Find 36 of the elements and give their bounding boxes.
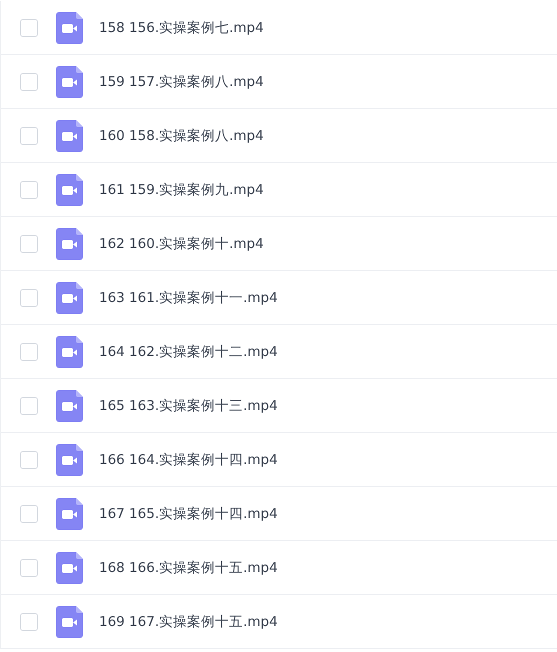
checkbox[interactable] (20, 288, 38, 306)
checkbox[interactable] (20, 396, 38, 414)
checkbox[interactable] (20, 234, 38, 252)
file-name[interactable]: 159 157.实操案例八.mp4 (99, 72, 264, 90)
file-name[interactable]: 162 160.实操案例十.mp4 (99, 234, 264, 252)
video-file-icon (56, 12, 83, 44)
video-file-icon (56, 552, 83, 584)
video-file-icon (56, 498, 83, 530)
video-file-icon (56, 228, 83, 260)
video-file-icon (56, 66, 83, 98)
checkbox[interactable] (20, 504, 38, 522)
checkbox[interactable] (20, 558, 38, 576)
checkbox[interactable] (20, 18, 38, 36)
checkbox[interactable] (20, 342, 38, 360)
checkbox[interactable] (20, 450, 38, 468)
file-name[interactable]: 161 159.实操案例九.mp4 (99, 180, 264, 198)
video-file-icon (56, 336, 83, 368)
file-name[interactable]: 160 158.实操案例八.mp4 (99, 126, 264, 144)
video-file-icon (56, 174, 83, 206)
checkbox[interactable] (20, 180, 38, 198)
file-name[interactable]: 164 162.实操案例十二.mp4 (99, 342, 278, 360)
file-name[interactable]: 167 165.实操案例十四.mp4 (99, 504, 278, 522)
video-file-icon (56, 282, 83, 314)
checkbox[interactable] (20, 612, 38, 630)
file-name[interactable]: 169 167.实操案例十五.mp4 (99, 612, 278, 630)
video-file-icon (56, 120, 83, 152)
file-name[interactable]: 166 164.实操案例十四.mp4 (99, 450, 278, 468)
checkbox[interactable] (20, 72, 38, 90)
file-name[interactable]: 168 166.实操案例十五.mp4 (99, 558, 278, 576)
file-name[interactable]: 158 156.实操案例七.mp4 (99, 18, 264, 36)
file-name[interactable]: 163 161.实操案例十一.mp4 (99, 288, 278, 306)
checkbox[interactable] (20, 126, 38, 144)
video-file-icon (56, 606, 83, 638)
video-file-icon (56, 444, 83, 476)
file-name[interactable]: 165 163.实操案例十三.mp4 (99, 396, 278, 414)
video-file-icon (56, 390, 83, 422)
